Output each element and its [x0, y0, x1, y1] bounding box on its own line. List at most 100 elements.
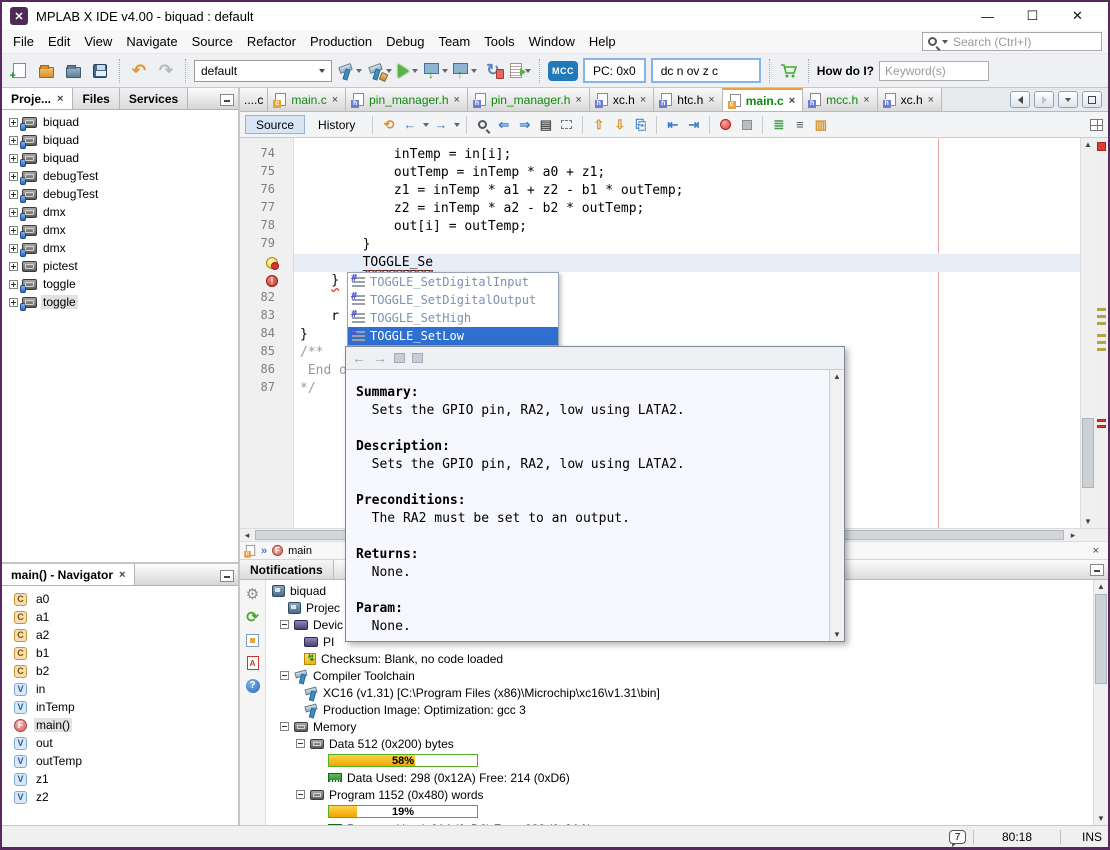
warning-mark[interactable]: [1097, 315, 1106, 318]
build-button[interactable]: [337, 59, 362, 83]
navigator-item[interactable]: a2: [2, 626, 238, 644]
editor-tab[interactable]: htc.h×: [654, 88, 722, 111]
maximize-editor-button[interactable]: [1082, 91, 1102, 108]
new-project-button[interactable]: [35, 59, 57, 83]
project-row[interactable]: debugTest: [2, 185, 238, 203]
tab-files[interactable]: Files: [73, 88, 119, 109]
expander-icon[interactable]: [9, 298, 18, 307]
editor-tab[interactable]: xc.h×: [590, 88, 654, 111]
dashboard-scrollbar[interactable]: ▲ ▼: [1093, 580, 1108, 825]
search-input[interactable]: Search (Ctrl+I): [922, 32, 1102, 51]
editor-tab[interactable]: xc.h×: [878, 88, 942, 111]
scroll-down-icon[interactable]: ▼: [1081, 515, 1095, 528]
completion-item[interactable]: TOGGLE_SetHigh: [348, 309, 558, 327]
close-icon[interactable]: ×: [1093, 545, 1103, 557]
previous-bookmark-icon[interactable]: ⇧: [589, 115, 608, 134]
dashboard-row[interactable]: Data 512 (0x200) bytes: [266, 735, 1093, 752]
chevron-down-icon[interactable]: [356, 69, 362, 73]
breadcrumb-item[interactable]: main: [288, 545, 312, 557]
next-bookmark-icon[interactable]: ⇩: [610, 115, 629, 134]
navigator-item[interactable]: in: [2, 680, 238, 698]
shift-left-icon[interactable]: ⇤: [663, 115, 682, 134]
expander-icon[interactable]: [9, 154, 18, 163]
expander-icon[interactable]: [9, 208, 18, 217]
navigator-item[interactable]: a1: [2, 608, 238, 626]
history-view-button[interactable]: History: [307, 115, 366, 134]
expander-icon[interactable]: [9, 190, 18, 199]
stop-icon[interactable]: [246, 634, 259, 647]
project-row[interactable]: toggle: [2, 275, 238, 293]
tab-projects[interactable]: Proje...×: [2, 88, 73, 109]
scroll-left-icon[interactable]: ◂: [240, 529, 254, 541]
chevron-down-icon[interactable]: [471, 69, 477, 73]
tab-services[interactable]: Services: [120, 88, 188, 109]
tab-notifications[interactable]: Notifications: [240, 560, 334, 579]
navigator-item[interactable]: inTemp: [2, 698, 238, 716]
stop-macro-icon[interactable]: [737, 115, 756, 134]
close-button[interactable]: ✕: [1055, 3, 1100, 29]
error-stripe[interactable]: [1095, 138, 1108, 528]
read-device-button[interactable]: [453, 59, 477, 83]
dashboard-row[interactable]: Compiler Toolchain: [266, 667, 1093, 684]
editor-vertical-scrollbar[interactable]: ▲ ▼: [1080, 138, 1095, 528]
breakpoint-icon[interactable]: [716, 115, 735, 134]
project-row[interactable]: pictest: [2, 257, 238, 275]
expander-icon[interactable]: [9, 136, 18, 145]
chevron-down-icon[interactable]: [412, 69, 418, 73]
close-icon[interactable]: ×: [454, 95, 460, 105]
scroll-down-icon[interactable]: ▼: [830, 628, 844, 641]
tab-list-button[interactable]: [1058, 91, 1078, 108]
debug-project-button[interactable]: [509, 59, 531, 83]
new-file-button[interactable]: +: [8, 59, 30, 83]
navigator-item[interactable]: z1: [2, 770, 238, 788]
editor-tab-active[interactable]: main.c×: [723, 88, 803, 111]
scrollbar-thumb[interactable]: [1082, 418, 1094, 488]
search-dropdown-icon[interactable]: [942, 40, 948, 44]
minimize-panel-icon[interactable]: [220, 570, 234, 582]
menu-tools[interactable]: Tools: [477, 31, 521, 52]
last-edit-icon[interactable]: ⟲: [379, 115, 398, 134]
scroll-down-icon[interactable]: ▼: [1094, 812, 1108, 825]
project-row[interactable]: debugTest: [2, 167, 238, 185]
scroll-up-icon[interactable]: ▲: [1081, 138, 1095, 151]
tab-navigator[interactable]: main() - Navigator×: [2, 564, 135, 585]
menu-source[interactable]: Source: [185, 31, 240, 52]
scroll-tabs-left-button[interactable]: [1010, 91, 1030, 108]
close-icon[interactable]: ×: [708, 95, 714, 105]
chevron-down-icon[interactable]: [454, 123, 460, 127]
help-icon[interactable]: ?: [246, 679, 260, 693]
expander-icon[interactable]: [280, 620, 289, 629]
expander-icon[interactable]: [9, 172, 18, 181]
menu-refactor[interactable]: Refactor: [240, 31, 303, 52]
completion-item[interactable]: TOGGLE_SetDigitalInput: [348, 273, 558, 291]
navigator-item[interactable]: outTemp: [2, 752, 238, 770]
toggle-highlight-icon[interactable]: ▤: [536, 115, 555, 134]
clean-build-button[interactable]: [367, 59, 392, 83]
editor-tab[interactable]: pin_manager.h×: [468, 88, 590, 111]
dashboard-row[interactable]: XC16 (v1.31) [C:\Program Files (x86)\Mic…: [266, 684, 1093, 701]
dashboard-row[interactable]: Program Used: 214 (0xD6) Free: 938 (0x3A…: [266, 820, 1093, 825]
show-doc-icon[interactable]: [394, 353, 405, 363]
expander-icon[interactable]: [9, 262, 18, 271]
menu-help[interactable]: Help: [582, 31, 623, 52]
embedded-store-button[interactable]: [778, 59, 800, 83]
close-icon[interactable]: ×: [57, 94, 63, 104]
pdf-export-icon[interactable]: A: [247, 656, 259, 670]
open-project-button[interactable]: [62, 59, 84, 83]
source-view-button[interactable]: Source: [245, 115, 305, 134]
expander-icon[interactable]: [296, 739, 305, 748]
back-icon[interactable]: ←: [400, 115, 419, 134]
make-program-button[interactable]: [424, 59, 448, 83]
save-all-button[interactable]: [89, 59, 111, 83]
chevron-down-icon[interactable]: [423, 123, 429, 127]
project-row[interactable]: dmx: [2, 221, 238, 239]
configuration-select[interactable]: default: [194, 60, 332, 82]
navigator-item[interactable]: out: [2, 734, 238, 752]
project-row-selected[interactable]: toggle: [2, 293, 238, 311]
run-button[interactable]: [397, 59, 419, 83]
split-window-icon[interactable]: [1090, 119, 1103, 131]
dashboard-row[interactable]: Program 1152 (0x480) words: [266, 786, 1093, 803]
close-icon[interactable]: ×: [928, 95, 934, 105]
doc-back-icon[interactable]: ←: [352, 350, 366, 366]
scroll-tabs-right-button[interactable]: [1034, 91, 1054, 108]
